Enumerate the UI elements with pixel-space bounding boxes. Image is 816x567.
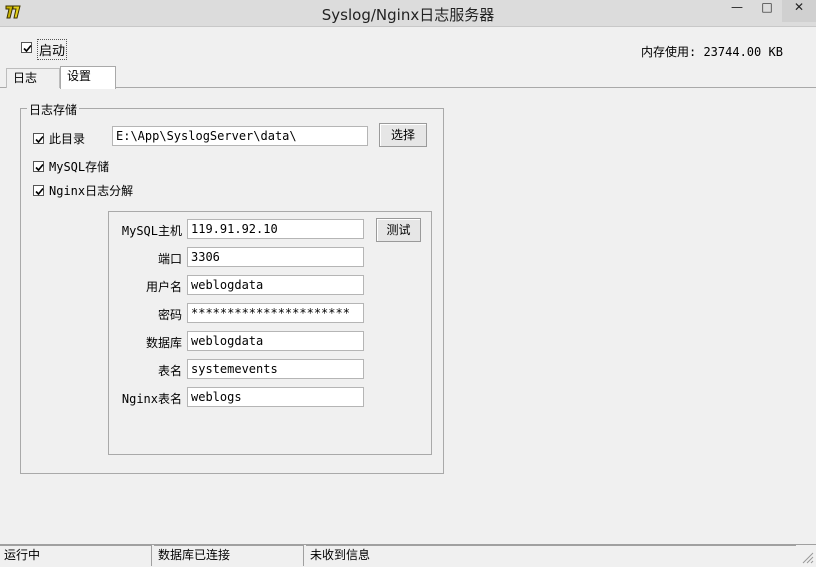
maximize-button[interactable]: □ [752,0,782,22]
dir-label: 此目录 [49,132,86,146]
check-icon [35,135,44,144]
nginx-table-label: Nginx表名 [121,392,182,406]
nginx-table-input[interactable]: weblogs [187,387,364,407]
table-name-label: 表名 [157,364,182,378]
status-message: 未收到信息 [306,545,796,566]
username-input[interactable]: weblogdata [187,275,364,295]
database-label: 数据库 [145,336,182,350]
check-icon [35,163,44,172]
database-input[interactable]: weblogdata [187,331,364,351]
start-label: 启动 [37,39,68,60]
memory-usage-text: 内存使用: 23744.00 KB [641,45,783,59]
resize-grip-icon[interactable] [800,550,814,564]
dir-checkbox[interactable] [33,133,44,144]
test-button[interactable]: 测试 [376,218,421,242]
nginx-parse-label: Nginx日志分解 [49,184,134,198]
close-button[interactable]: ✕ [782,0,816,22]
tab-strip-border [0,87,816,88]
mysql-storage-label: MySQL存储 [49,160,110,174]
browse-button[interactable]: 选择 [379,123,427,147]
nginx-checkbox[interactable] [33,185,44,196]
dir-input[interactable]: E:\App\SyslogServer\data\ [112,126,368,146]
port-label: 端口 [157,252,182,266]
start-checkbox[interactable] [21,42,32,53]
password-input[interactable]: ********************** [187,303,364,323]
tab-log[interactable]: 日志 [6,68,60,88]
minimize-button[interactable]: — [722,0,752,22]
table-name-input[interactable]: systemevents [187,359,364,379]
mysql-host-input[interactable]: 119.91.92.10 [187,219,364,239]
storage-group-title: 日志存储 [27,101,80,118]
tab-settings[interactable]: 设置 [60,66,116,89]
mysql-host-label: MySQL主机 [121,224,182,238]
port-input[interactable]: 3306 [187,247,364,267]
window-title: Syslog/Nginx日志服务器 [321,6,495,24]
status-db: 数据库已连接 [154,545,304,566]
status-running: 运行中 [0,545,152,566]
check-icon [35,187,44,196]
password-label: 密码 [157,308,182,322]
mysql-checkbox[interactable] [33,161,44,172]
check-icon [23,44,32,53]
username-label: 用户名 [145,280,182,294]
